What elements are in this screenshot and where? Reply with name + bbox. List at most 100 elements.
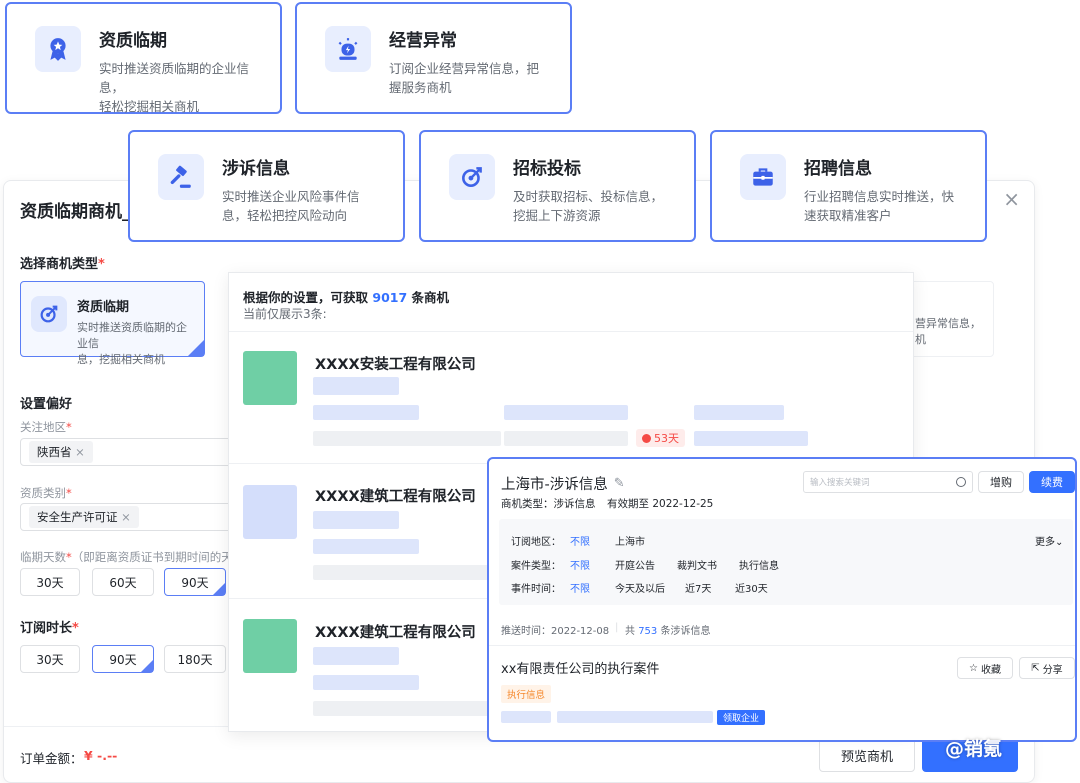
- push-time: 推送时间：2022-12-08: [501, 626, 610, 637]
- company-name[interactable]: XXXX建筑工程有限公司: [315, 621, 476, 642]
- placeholder-bar: [557, 711, 713, 723]
- filter-option[interactable]: 不限: [570, 580, 590, 595]
- card-bidding[interactable]: 招标投标 及时获取招标、投标信息， 挖掘上下游资源: [419, 130, 696, 242]
- qual-select[interactable]: 安全生产许可证 ×: [20, 503, 235, 531]
- qual-tag: 安全生产许可证 ×: [29, 506, 139, 528]
- collect-button[interactable]: ☆ 收藏: [957, 657, 1013, 679]
- remove-tag-icon[interactable]: ×: [121, 510, 131, 524]
- filter-option[interactable]: 近7天: [685, 580, 711, 595]
- card-title: 涉诉信息: [222, 159, 290, 179]
- placeholder-bar: [694, 431, 808, 446]
- card-title: 经营异常: [389, 31, 457, 51]
- divider: [489, 645, 1075, 646]
- days-option-90[interactable]: 90天: [164, 568, 226, 596]
- alarm-light-icon: [325, 26, 371, 72]
- sub-option-30[interactable]: 30天: [20, 645, 80, 673]
- type-option-title: 资质临期: [77, 300, 130, 315]
- card-abnormal[interactable]: 经营异常订阅企业经营异常信息，把 握服务商机: [295, 2, 572, 114]
- watermark: @销氪: [945, 738, 1003, 760]
- placeholder-bar: [313, 431, 501, 446]
- more-dropdown[interactable]: 更多⌄: [1035, 533, 1063, 548]
- card-litigation[interactable]: 涉诉信息实时推送企业风险事件信 息，轻松把控风险动向: [128, 130, 405, 242]
- renew-button[interactable]: 续费: [1029, 471, 1075, 493]
- case-title[interactable]: xx有限责任公司的执行案件: [501, 658, 659, 677]
- placeholder-bar: [313, 405, 419, 420]
- filter-option[interactable]: 今天及以后: [615, 580, 665, 595]
- company-name[interactable]: XXXX安装工程有限公司: [315, 353, 476, 374]
- placeholder-bar: [313, 701, 493, 716]
- type-option-card[interactable]: 资质临期 实时推送资质临期的企业信 息，挖掘相关商机: [20, 281, 205, 366]
- region-select[interactable]: 陕西省 ×: [20, 438, 235, 466]
- target-icon: [449, 154, 495, 200]
- filter-option[interactable]: 开庭公告: [615, 557, 655, 572]
- placeholder-bar: [313, 377, 399, 395]
- briefcase-icon: [740, 154, 786, 200]
- order-amount-label: 订单金额：: [20, 751, 83, 766]
- search-input[interactable]: 输入搜索关键词: [803, 471, 973, 493]
- placeholder-bar: [313, 647, 399, 665]
- filter-option[interactable]: 上海市: [615, 533, 645, 548]
- chevron-down-icon: ⌄: [1055, 537, 1064, 548]
- filter-option[interactable]: 不限: [570, 557, 590, 572]
- preview-button[interactable]: 预览商机: [819, 738, 915, 772]
- close-icon[interactable]: ×: [1003, 187, 1020, 211]
- region-tag: 陕西省 ×: [29, 441, 93, 463]
- detail-title: 上海市-涉诉信息 ✎: [501, 476, 625, 493]
- edit-pencil-icon[interactable]: ✎: [614, 476, 625, 491]
- days-label: 临期天数*（即距离资质证书到期时间的天数,: [20, 550, 248, 564]
- card-desc: 握服务商机: [389, 80, 452, 95]
- search-icon[interactable]: [956, 477, 966, 487]
- divider: [229, 331, 913, 332]
- placeholder-bar: [313, 565, 493, 580]
- case-tag: 执行信息: [501, 685, 552, 703]
- placeholder-bar: [313, 675, 419, 690]
- filter-option[interactable]: 近30天: [735, 580, 768, 595]
- showing-text: 当前仅展示3条:: [243, 307, 327, 321]
- card-title: 资质临期: [99, 31, 167, 51]
- filter-label: 事件时间：: [511, 584, 561, 595]
- gavel-icon: [158, 154, 204, 200]
- remove-tag-icon[interactable]: ×: [75, 445, 85, 459]
- type-label: 选择商机类型*: [20, 257, 105, 272]
- days-option-30[interactable]: 30天: [20, 568, 80, 596]
- target-icon: [31, 296, 67, 332]
- star-icon: ☆: [969, 662, 978, 674]
- detail-valid: 有效期至 2022-12-25: [607, 498, 714, 510]
- expiry-badge: 53天: [636, 429, 685, 447]
- card-qualification[interactable]: 资质临期 实时推送资质临期的企业信息， 轻松挖掘相关商机: [5, 2, 282, 114]
- card-desc: 及时获取招标、投标信息，: [513, 189, 664, 204]
- placeholder-bar: [313, 511, 399, 529]
- detail-type: 商机类型：涉诉信息: [501, 498, 596, 510]
- card-desc: 轻松挖掘相关商机: [99, 99, 200, 114]
- company-logo: [243, 619, 297, 673]
- card-title: 招聘信息: [804, 159, 872, 179]
- card-desc: 订阅企业经营异常信息，把: [389, 61, 540, 76]
- filter-option[interactable]: 执行信息: [739, 557, 779, 572]
- sub-label: 订阅时长*: [20, 621, 79, 636]
- sub-option-180[interactable]: 180天: [164, 645, 226, 673]
- clock-icon: [642, 433, 651, 443]
- card-desc: 实时推送企业风险事件信: [222, 189, 360, 204]
- sub-option-90[interactable]: 90天: [92, 645, 154, 673]
- filter-option[interactable]: 不限: [570, 533, 590, 548]
- type-option-desc2: 息，挖掘相关商机: [77, 353, 165, 366]
- summary-text: 根据你的设置，可获取 9017 条商机: [243, 290, 450, 305]
- share-icon: ⇱: [1031, 662, 1040, 674]
- card-desc: 速获取精准客户: [804, 208, 892, 223]
- card-desc: 息，轻松把控风险动向: [222, 208, 348, 223]
- claim-company-button[interactable]: 领取企业: [717, 710, 766, 725]
- filter-option[interactable]: 裁判文书: [677, 557, 717, 572]
- days-option-60[interactable]: 60天: [92, 568, 154, 596]
- company-name[interactable]: XXXX建筑工程有限公司: [315, 485, 476, 506]
- placeholder-bar: [504, 405, 628, 420]
- share-button[interactable]: ⇱ 分享: [1019, 657, 1075, 679]
- card-desc: 挖掘上下游资源: [513, 208, 601, 223]
- pref-label: 设置偏好: [20, 397, 73, 412]
- company-logo: [243, 485, 297, 539]
- buy-more-button[interactable]: 增购: [978, 471, 1024, 493]
- card-recruit[interactable]: 招聘信息 行业招聘信息实时推送，快 速获取精准客户: [710, 130, 987, 242]
- type-option-card-2[interactable]: 营异常信息，机: [904, 281, 994, 357]
- placeholder-bar: [694, 405, 784, 420]
- divider: [229, 598, 487, 599]
- placeholder-bar: [313, 539, 419, 554]
